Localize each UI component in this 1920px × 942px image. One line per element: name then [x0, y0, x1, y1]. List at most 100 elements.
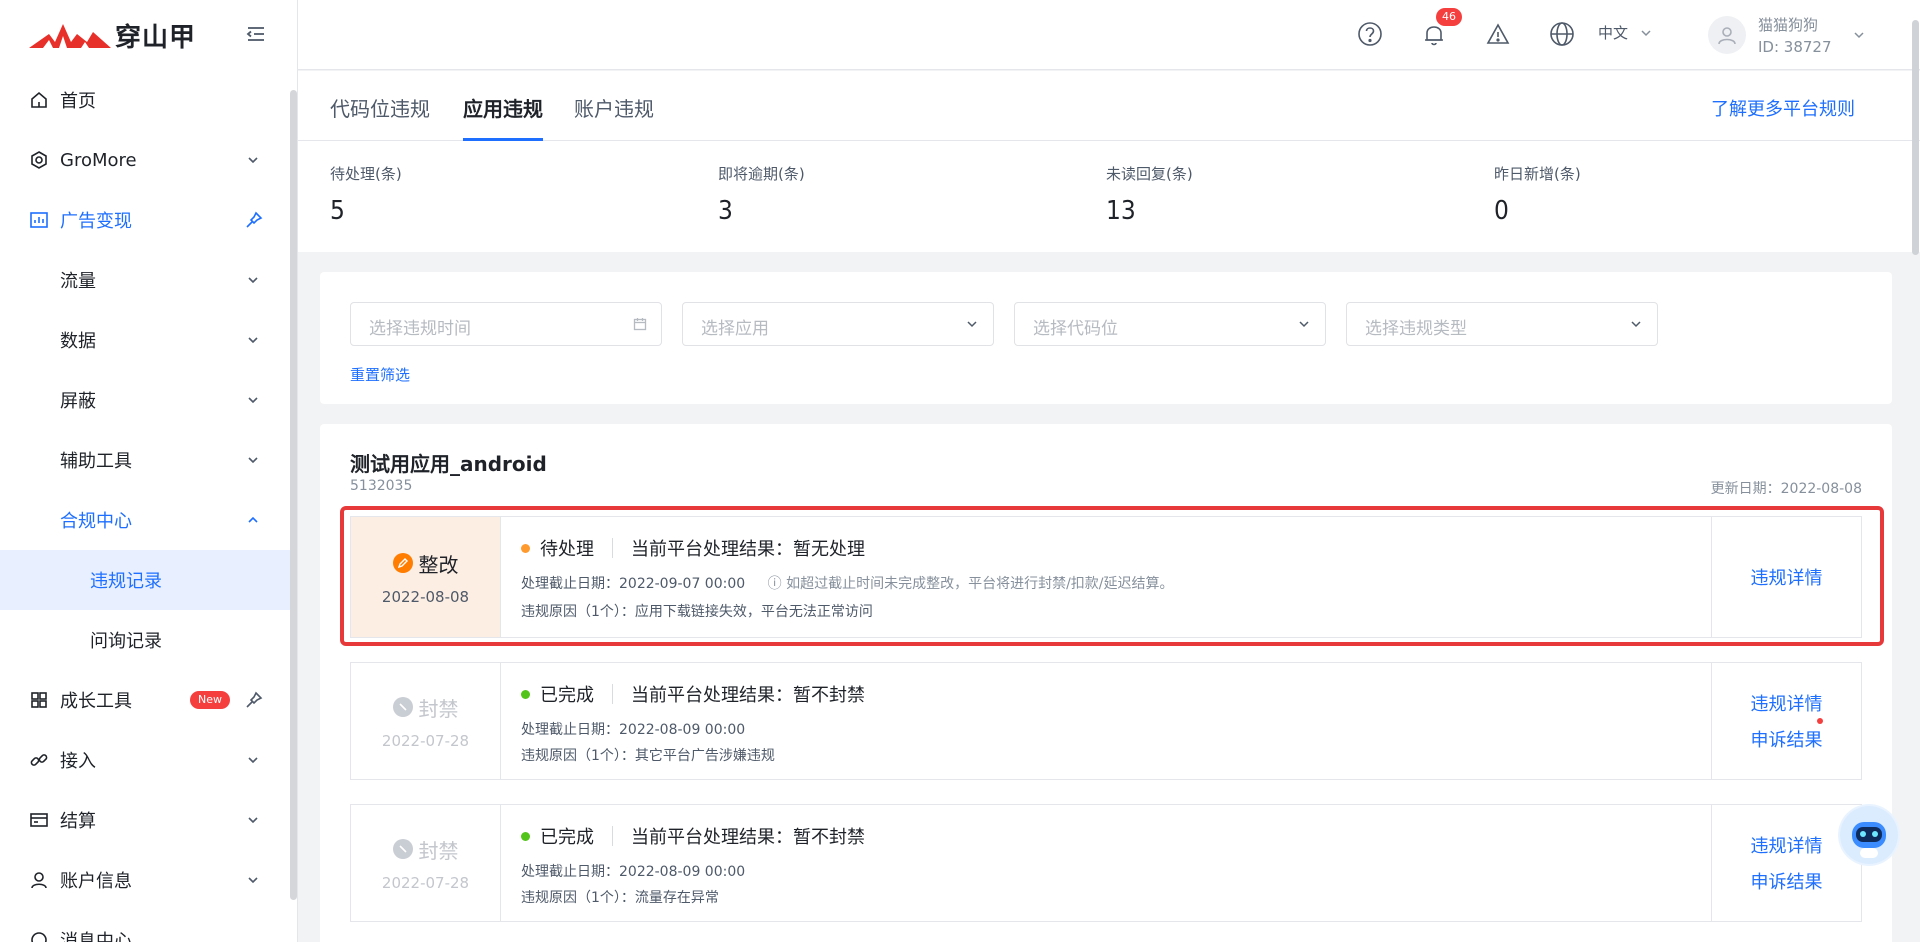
chevron-down-icon: [248, 817, 258, 824]
chart-icon: [28, 209, 50, 231]
violation-time-picker[interactable]: 选择违规时间: [350, 302, 662, 346]
sidebar-item-inquiries[interactable]: 问询记录: [0, 610, 290, 670]
ban-icon: [392, 697, 413, 717]
user-name: 猫猫狗狗: [1758, 16, 1819, 34]
divider: [612, 826, 613, 846]
violation-type-select[interactable]: 选择违规类型: [1346, 302, 1658, 346]
warning-icon[interactable]: [1484, 20, 1512, 48]
status-dot: [521, 831, 530, 841]
violation-details-link[interactable]: 违规详情: [1751, 832, 1823, 858]
tab-bar: 代码位违规 应用违规 账户违规 了解更多平台规则: [298, 71, 1920, 141]
sidebar-item-label: 数据: [60, 331, 96, 352]
record-type-cell: 封禁 2022-07-28: [351, 805, 501, 921]
status-dot: [521, 689, 530, 699]
sidebar-item-tools[interactable]: 辅助工具: [0, 430, 290, 490]
stat-label: 未读回复(条): [1106, 165, 1193, 183]
top-header: 46 中文 猫猫狗狗 ID: 38727: [298, 0, 1920, 70]
sidebar-item-label: 屏蔽: [60, 391, 96, 412]
deadline: 处理截止日期：2022-08-09 00:00: [521, 722, 746, 738]
sidebar-scrollbar[interactable]: [290, 90, 297, 900]
overview-card: 代码位违规 应用违规 账户违规 了解更多平台规则 待处理(条) 5 即将逾期(条…: [298, 71, 1920, 252]
user-id: ID: 38727: [1758, 38, 1832, 56]
record-actions: 违规详情 申诉结果: [1711, 663, 1861, 779]
link-icon: [28, 749, 50, 771]
stat-label: 待处理(条): [330, 165, 402, 183]
appeal-result-link[interactable]: 申诉结果: [1751, 868, 1823, 894]
record-tag-label: 封禁: [418, 838, 459, 863]
record-status: 已完成 当前平台处理结果：暂不封禁: [521, 681, 865, 707]
app-select[interactable]: 选择应用: [682, 302, 994, 346]
main-scrollbar[interactable]: [1912, 20, 1919, 255]
violation-record: 封禁 2022-07-28 已完成 当前平台处理结果：暂不封禁 处理截止日期：2…: [350, 804, 1862, 922]
sidebar-item-block[interactable]: 屏蔽: [0, 370, 290, 430]
sidebar-item-label: 接入: [60, 751, 96, 772]
tab-app-violations[interactable]: 应用违规: [463, 93, 543, 141]
platform-rules-link[interactable]: 了解更多平台规则: [1711, 95, 1855, 121]
chevron-down-icon: [248, 337, 258, 344]
sidebar-item-violations[interactable]: 违规记录: [0, 550, 290, 610]
avatar[interactable]: [1708, 16, 1746, 54]
sidebar: 穿山甲 首页 GroMore 广告变现 流量 数据 屏蔽 辅助工具 合规中心 违…: [0, 0, 298, 942]
gromore-icon: [28, 149, 50, 171]
sidebar-item-integration[interactable]: 接入: [0, 730, 290, 790]
globe-icon[interactable]: [1548, 20, 1576, 48]
grid-icon: [28, 689, 50, 711]
stat-new-yesterday: 昨日新增(条) 0: [1494, 163, 1581, 226]
sidebar-item-messages[interactable]: 消息中心: [0, 910, 290, 942]
home-icon: [28, 89, 50, 111]
stat-label: 昨日新增(条): [1494, 165, 1581, 183]
language-selector[interactable]: 中文: [1598, 22, 1628, 43]
sidebar-item-label: 辅助工具: [60, 451, 132, 472]
chevron-down-icon: [248, 877, 258, 884]
ad-slot-select[interactable]: 选择代码位: [1014, 302, 1326, 346]
reset-filters-link[interactable]: 重置筛选: [350, 364, 410, 385]
tab-slot-violations[interactable]: 代码位违规: [330, 93, 430, 141]
chevron-down-icon: [248, 757, 258, 764]
sidebar-item-home[interactable]: 首页: [0, 70, 290, 130]
record-date: 2022-07-28: [381, 731, 470, 750]
sidebar-item-label: 合规中心: [60, 511, 132, 532]
highlight-box: [340, 506, 1884, 646]
chevron-down-icon: [248, 397, 258, 404]
stat-value: 5: [330, 196, 345, 226]
sidebar-item-growth-tools[interactable]: 成长工具 New: [0, 670, 290, 730]
pin-icon[interactable]: [244, 690, 264, 710]
user-avatar-icon: [1718, 27, 1736, 45]
help-icon[interactable]: [1356, 20, 1384, 48]
robot-icon: [1840, 806, 1898, 864]
message-icon: [28, 929, 50, 942]
sidebar-item-settlement[interactable]: 结算: [0, 790, 290, 850]
sidebar-item-gromore[interactable]: GroMore: [0, 130, 290, 190]
chevron-down-icon[interactable]: [1852, 28, 1866, 42]
placeholder: 选择违规时间: [369, 319, 471, 339]
sidebar-item-ad-monetization[interactable]: 广告变现: [0, 190, 290, 250]
assistant-robot-button[interactable]: [1838, 804, 1900, 866]
logo-mark-icon: [29, 24, 111, 48]
stat-pending: 待处理(条) 5: [330, 163, 402, 226]
brand-name: 穿山甲: [115, 22, 197, 53]
chevron-down-icon: [248, 277, 258, 284]
filter-card: 选择违规时间 选择应用 选择代码位 选择违规类型 重置筛选: [320, 272, 1892, 404]
record-date: 2022-07-28: [381, 873, 470, 892]
appeal-result-link[interactable]: 申诉结果: [1751, 726, 1823, 752]
violation-details-link[interactable]: 违规详情: [1751, 690, 1823, 716]
platform-result: 当前平台处理结果：暂不封禁: [631, 685, 865, 706]
sidebar-item-traffic[interactable]: 流量: [0, 250, 290, 310]
sidebar-item-label: GroMore: [60, 149, 137, 171]
chevron-down-icon: [248, 457, 258, 464]
record-type-cell: 封禁 2022-07-28: [351, 663, 501, 779]
stat-value: 3: [718, 196, 733, 226]
stat-label: 即将逾期(条): [718, 165, 805, 183]
record-tag-label: 封禁: [418, 696, 459, 721]
sidebar-item-compliance[interactable]: 合规中心: [0, 490, 290, 550]
record-tag: 封禁: [392, 835, 459, 864]
sidebar-item-label: 违规记录: [90, 571, 162, 592]
sidebar-item-account[interactable]: 账户信息: [0, 850, 290, 910]
sidebar-item-data[interactable]: 数据: [0, 310, 290, 370]
tab-account-violations[interactable]: 账户违规: [574, 93, 654, 141]
platform-result: 当前平台处理结果：暂不封禁: [631, 827, 865, 848]
status-label: 已完成: [540, 827, 594, 848]
menu-collapse-icon[interactable]: [244, 22, 268, 46]
app-id: 5132035: [350, 478, 413, 494]
pin-icon[interactable]: [244, 210, 264, 230]
